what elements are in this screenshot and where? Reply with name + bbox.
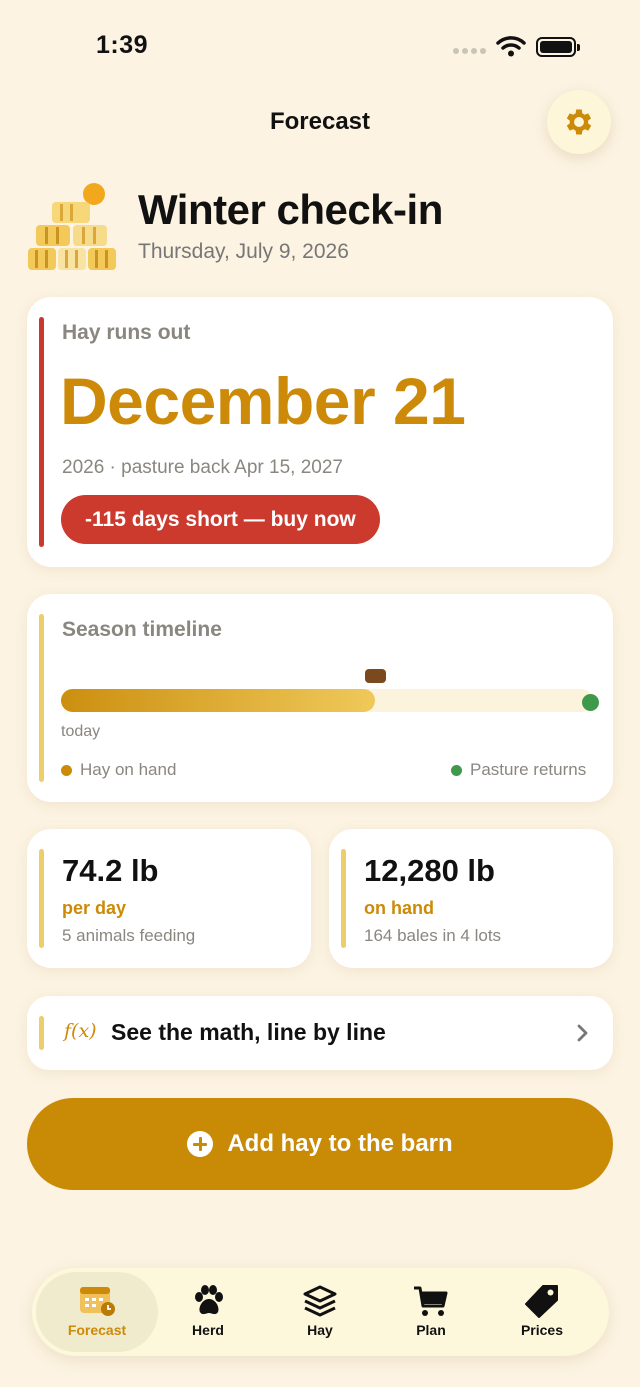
status-bar: 1:39 [0,0,640,90]
legend-pasture-returns: Pasture returns [451,760,586,780]
tab-label: Hay [307,1322,333,1338]
page-title: Forecast [269,108,371,135]
hero-header: Winter check-in Thursday, July 9, 2026 [26,178,626,278]
runout-subtitle: 2026 · pasture back Apr 15, 2027 [62,457,343,478]
tab-forecast[interactable]: Forecast [36,1272,158,1352]
stat-subtitle: 164 bales in 4 lots [364,926,502,945]
settings-button[interactable] [547,90,611,154]
battery-icon [536,37,580,57]
hero-date: Thursday, July 9, 2026 [138,240,349,263]
card-accent-bar [39,317,44,547]
tab-label: Plan [416,1322,446,1338]
tab-label: Herd [192,1322,224,1338]
calendar-clock-icon [80,1287,115,1316]
runout-card: Hay runs out December 21 2026 · pasture … [27,297,613,567]
chevron-right-icon [577,1024,588,1042]
card-accent-bar [341,849,346,948]
add-hay-button[interactable]: Add hay to the barn [27,1098,613,1190]
stat-unit: per day [62,898,127,918]
signal-icon [453,48,486,54]
today-label: today [61,723,101,740]
runout-date: December 21 [60,364,466,438]
legend-label: Hay on hand [80,760,177,779]
hero-title: Winter check-in [138,186,443,233]
layers-icon [303,1285,337,1317]
function-icon: f(x) [64,1020,97,1042]
tab-hay[interactable]: Hay [259,1272,381,1352]
runout-label: Hay runs out [62,321,191,344]
legend-hay-on-hand: Hay on hand [61,760,176,780]
see-math-label: See the math, line by line [111,1019,386,1045]
card-accent-bar [39,614,44,782]
season-timeline-card: Season timeline today Hay on hand Pastur… [27,594,613,802]
timeline-marker [365,669,386,683]
see-math-row[interactable]: f(x) See the math, line by line [27,996,613,1070]
status-time: 1:39 [96,31,149,59]
wifi-icon [496,36,526,57]
hay-bales-icon [28,183,116,270]
timeline-label: Season timeline [62,618,222,641]
tab-bar: Forecast Herd Hay Plan Prices [32,1268,609,1356]
legend-dot [451,764,462,776]
on-hand-card[interactable]: 12,280 lb on hand 164 bales in 4 lots [329,829,613,968]
card-accent-bar [39,1016,44,1050]
tab-label: Prices [520,1322,564,1338]
tab-plan[interactable]: Plan [370,1272,492,1352]
stat-subtitle: 5 animals feeding [62,926,196,945]
pasture-return-dot [582,694,599,711]
paw-icon [195,1285,223,1315]
timeline-track [61,689,593,712]
legend-label: Pasture returns [470,760,587,779]
card-accent-bar [39,849,44,948]
plus-circle-icon [187,1131,214,1157]
tab-herd[interactable]: Herd [147,1272,269,1352]
daily-usage-card[interactable]: 74.2 lb per day 5 animals feeding [27,829,311,968]
stat-unit: on hand [364,898,434,918]
stat-value: 74.2 lb [62,853,159,888]
add-hay-label: Add hay to the barn [227,1130,453,1157]
legend-dot [61,764,72,776]
gear-icon [566,109,592,135]
tab-label: Forecast [67,1322,127,1338]
shortage-alert-button[interactable]: -115 days short — buy now [61,495,380,544]
tag-icon [525,1285,558,1318]
tab-prices[interactable]: Prices [481,1272,603,1352]
stat-value: 12,280 lb [364,853,495,888]
hay-on-hand-bar [61,689,375,712]
cart-icon [414,1286,448,1316]
